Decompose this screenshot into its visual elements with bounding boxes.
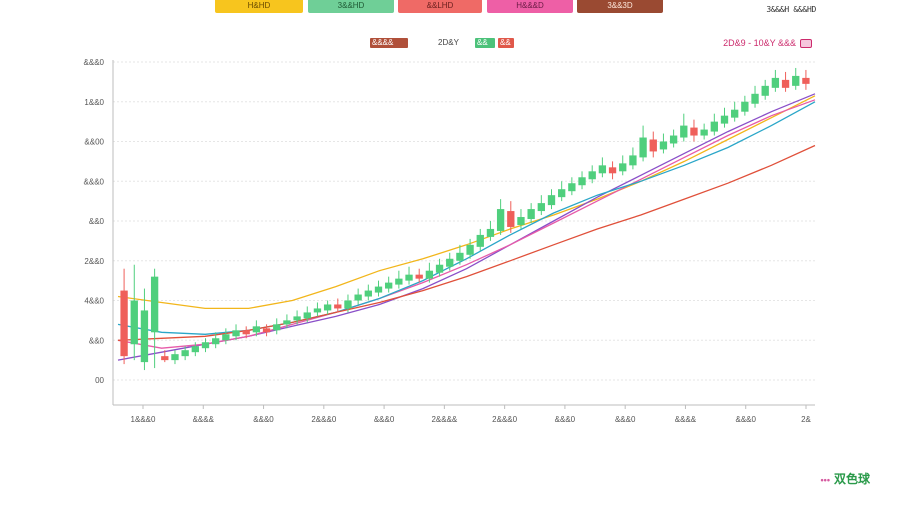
ma-line-1 [117, 93, 816, 361]
y-tick-label-1: 1&&0 [84, 98, 104, 107]
candle-body-15 [273, 324, 281, 331]
candle-body-41 [537, 203, 545, 212]
candle-body-64 [771, 77, 780, 88]
candle-body-17 [293, 316, 301, 321]
candle-body-31 [435, 264, 444, 273]
candle-body-23 [354, 294, 362, 301]
candle-body-67 [802, 77, 810, 84]
x-tick-label-2: &&&0 [253, 415, 274, 424]
candle-body-55 [680, 125, 688, 138]
candle-body-60 [731, 109, 739, 118]
x-tick-label-3: 2&&&0 [311, 415, 336, 424]
y-tick-label-7: &&0 [89, 336, 105, 345]
x-tick-label-9: &&&& [675, 415, 697, 424]
y-tick-label-3: &&&0 [84, 177, 105, 186]
candle-body-10 [222, 334, 230, 341]
candle-body-45 [578, 177, 586, 186]
y-tick-label-2: &&00 [84, 138, 104, 147]
candle-body-48 [608, 167, 617, 174]
candle-body-38 [507, 211, 515, 227]
candle-body-20 [323, 304, 332, 311]
candle-body-42 [547, 195, 556, 206]
candle-body-19 [313, 308, 322, 313]
y-tick-label-6: 4&&0 [84, 297, 104, 306]
candle-body-63 [761, 85, 769, 96]
candle-body-49 [619, 163, 627, 172]
candle-body-2 [140, 310, 149, 363]
candle-body-9 [212, 338, 220, 345]
ma-line-4 [117, 144, 816, 341]
ma-line-2 [117, 99, 816, 349]
candle-body-33 [456, 252, 464, 261]
candle-body-28 [405, 274, 413, 281]
candle-body-18 [303, 312, 311, 319]
x-tick-label-5: 2&&&& [431, 415, 457, 424]
candle-body-36 [486, 228, 495, 237]
candle-body-54 [669, 135, 678, 144]
candle-body-50 [629, 155, 637, 166]
candle-body-65 [781, 79, 790, 88]
candle-body-7 [191, 346, 199, 353]
candle-body-4 [161, 356, 169, 361]
y-tick-label-8: 00 [95, 376, 104, 385]
candle-body-25 [374, 286, 383, 293]
candle-body-11 [232, 330, 240, 337]
candle-body-53 [659, 141, 668, 150]
candle-body-21 [334, 304, 342, 309]
candle-body-58 [710, 121, 718, 132]
candle-body-3 [150, 276, 159, 333]
x-tick-label-6: 2&&&0 [492, 415, 517, 424]
candlestick-chart: &&&0 1&&0 &&00 &&&0 &&0 2&&0 4&&0 &&0 00 1&&&0 &&&… [84, 58, 816, 424]
candle-body-61 [741, 101, 749, 112]
x-tick-label-8: &&&0 [615, 415, 636, 424]
candle-body-0 [120, 290, 128, 357]
candle-body-14 [262, 328, 271, 333]
y-tick-label-4: &&0 [89, 217, 105, 226]
candle-body-43 [558, 189, 566, 198]
brand-label: 双色球 [833, 472, 870, 486]
candle-body-12 [242, 330, 250, 335]
candle-body-29 [415, 274, 423, 279]
x-tick-label-4: &&&0 [374, 415, 395, 424]
candle-body-47 [598, 165, 607, 174]
candle-body-6 [181, 350, 189, 357]
candle-body-56 [690, 127, 698, 136]
candle-body-66 [792, 75, 800, 86]
candle-body-5 [171, 354, 179, 361]
candle-body-57 [700, 129, 708, 136]
y-tick-label-5: 2&&0 [84, 257, 104, 266]
candle-body-26 [385, 282, 393, 289]
candle-body-59 [720, 115, 729, 124]
x-tick-label-11: 2& [801, 415, 811, 424]
candle-body-34 [466, 244, 474, 255]
x-tick-label-10: &&&0 [735, 415, 756, 424]
candle-body-37 [496, 209, 505, 231]
candle-body-24 [364, 290, 372, 297]
candle-body-16 [283, 320, 291, 325]
x-tick-label-7: &&&0 [555, 415, 576, 424]
candle-body-35 [476, 234, 484, 247]
ma-line-3 [117, 101, 816, 335]
candle-body-46 [588, 171, 596, 180]
candle-body-22 [344, 300, 352, 309]
candle-body-62 [751, 93, 759, 104]
candle-body-52 [649, 139, 657, 152]
sparkle-icon: ••• [820, 475, 830, 485]
x-tick-label-0: 1&&&0 [131, 415, 156, 424]
candle-body-32 [446, 258, 454, 267]
brand-watermark: ••• 双色球 [821, 470, 870, 487]
candle-body-13 [252, 326, 261, 333]
candle-body-44 [568, 183, 576, 192]
y-tick-label-0: &&&0 [84, 58, 105, 67]
candle-body-51 [639, 137, 647, 158]
candle-body-1 [130, 300, 138, 345]
candle-body-27 [395, 278, 403, 285]
x-tick-label-1: &&&& [193, 415, 215, 424]
candle-body-30 [425, 270, 434, 279]
candle-body-39 [517, 217, 525, 225]
candle-body-8 [201, 342, 210, 349]
candle-body-40 [527, 209, 535, 220]
